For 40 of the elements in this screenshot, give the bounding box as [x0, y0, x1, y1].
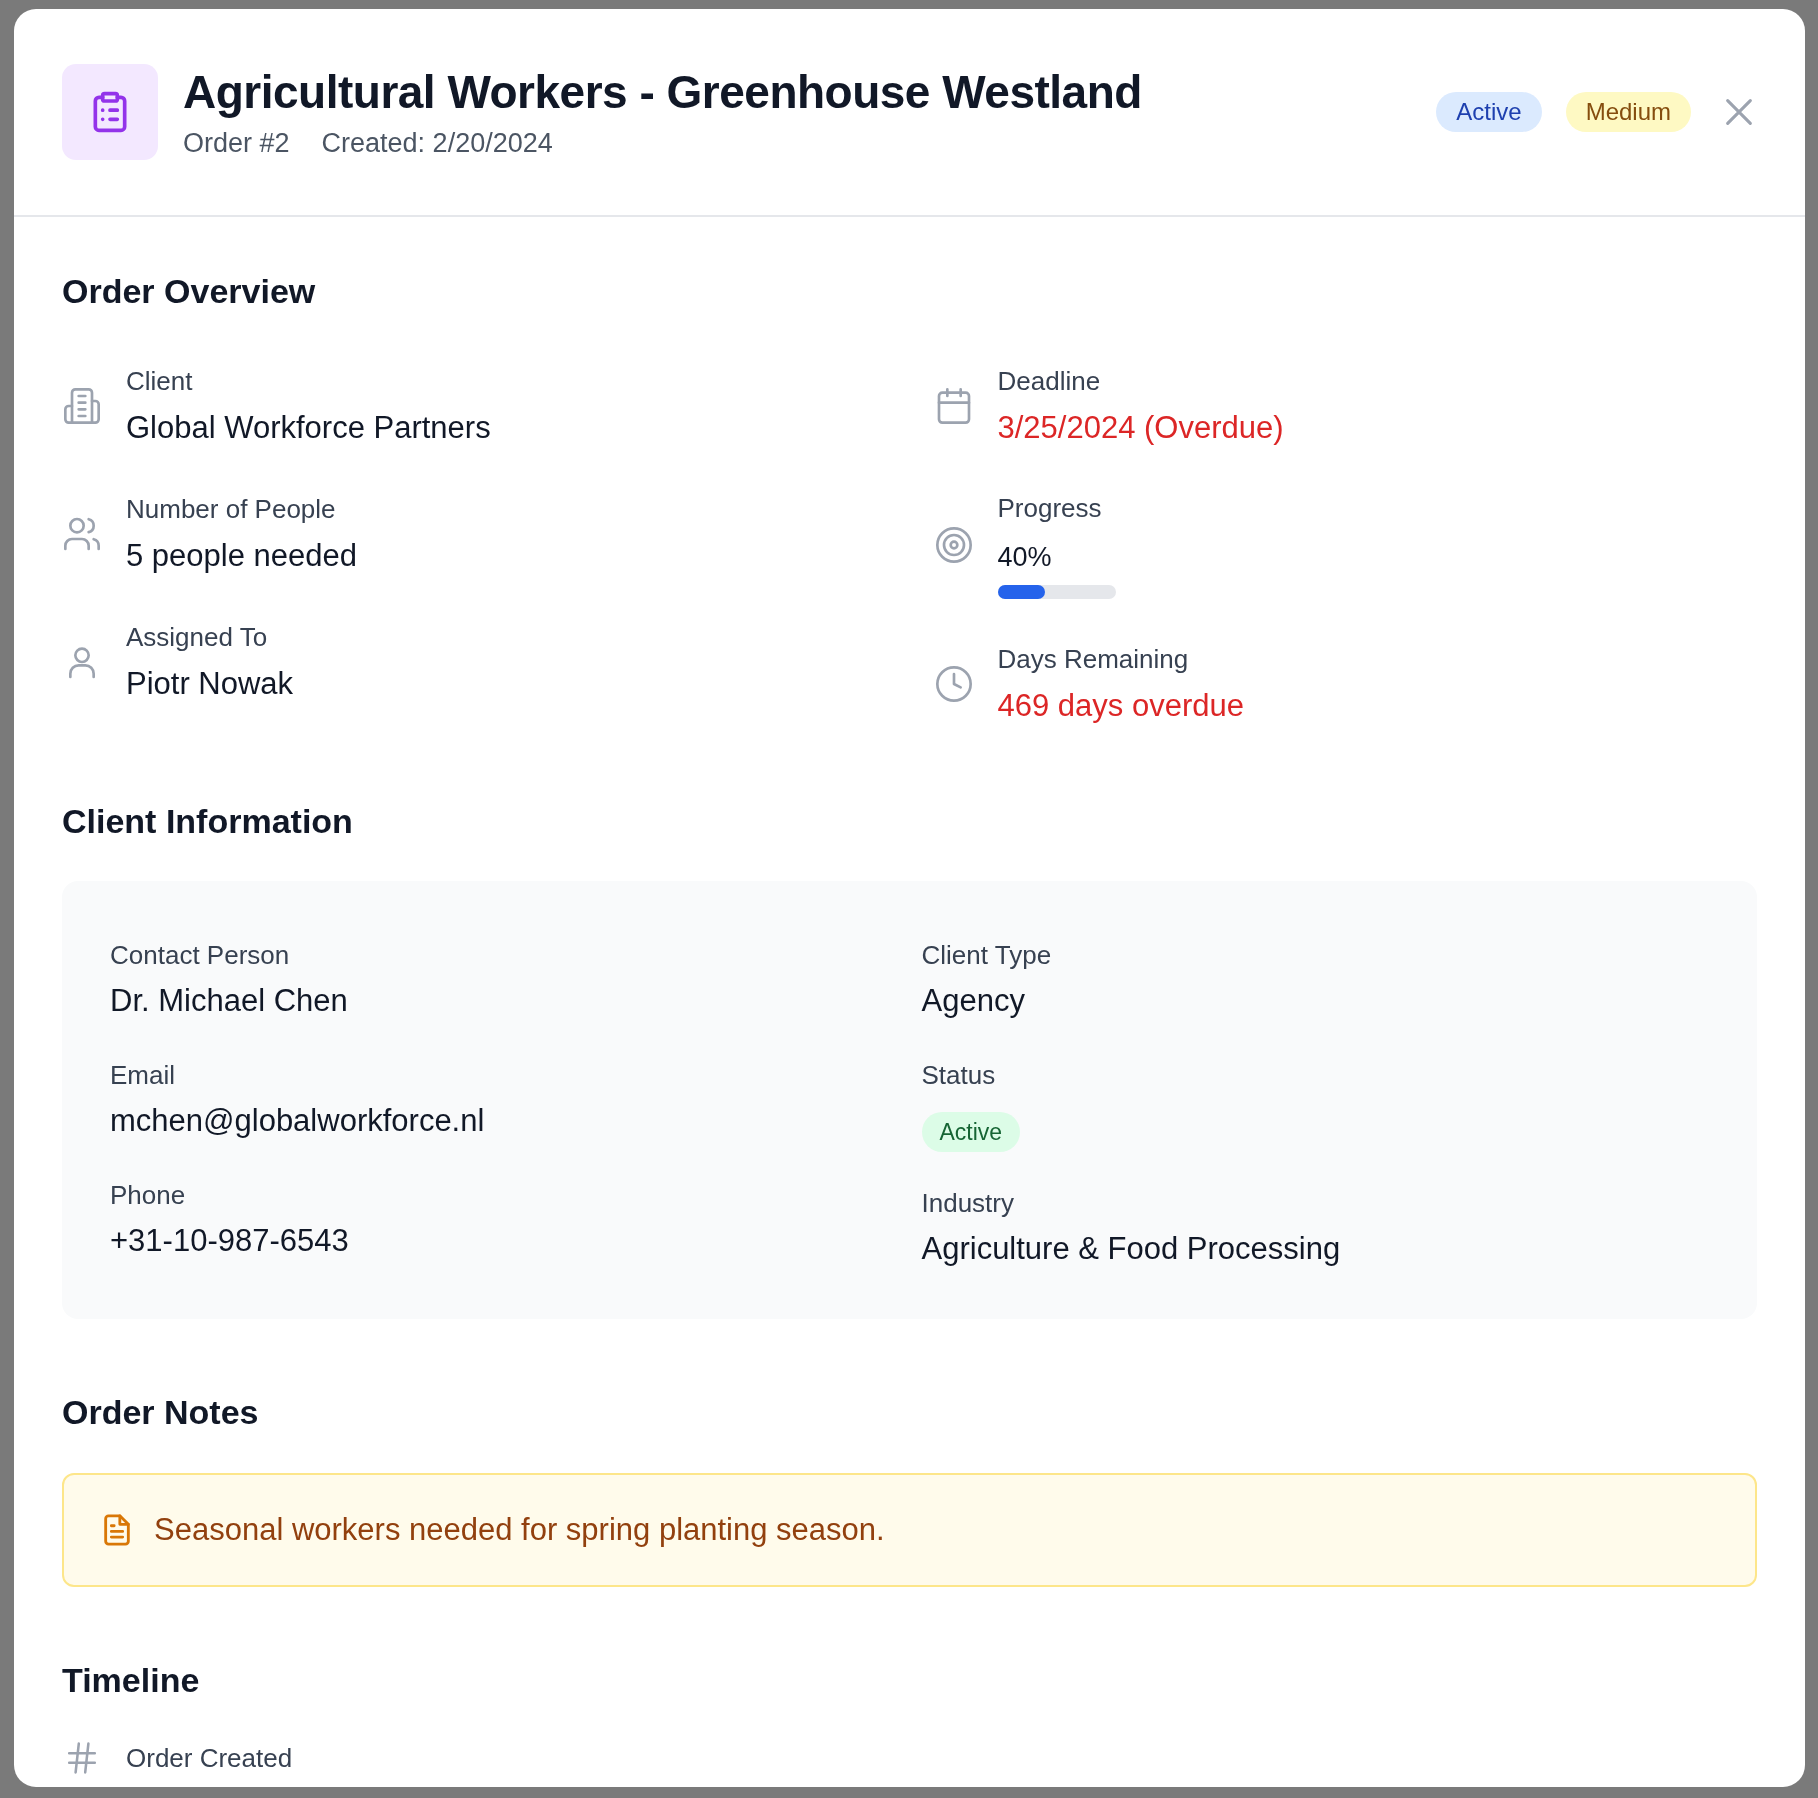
field-value: 469 days overdue	[997, 687, 1244, 725]
order-number: Order #2	[183, 127, 290, 160]
field-label: Progress	[997, 492, 1103, 525]
field-label: Client	[126, 365, 194, 398]
section-heading: Order Notes	[62, 1392, 260, 1433]
field-value: Agriculture & Food Processing	[921, 1230, 1342, 1268]
clock-icon	[933, 663, 974, 704]
field-value: Agency	[921, 982, 1026, 1020]
progress-value: 40%	[997, 541, 1053, 574]
timeline-event: Order Created	[126, 1742, 293, 1775]
field-value: Dr. Michael Chen	[110, 982, 349, 1020]
priority-badge: Medium	[1565, 92, 1691, 132]
field-value: 5 people needed	[126, 537, 357, 575]
field-label: Assigned To	[126, 621, 269, 654]
created-date: Created: 2/20/2024	[321, 127, 553, 160]
field-value: 3/25/2024 (Overdue)	[997, 409, 1284, 447]
field-value: mchen@globalworkforce.nl	[110, 1102, 486, 1140]
clipboard-icon	[62, 64, 158, 160]
field-label: Number of People	[126, 493, 337, 526]
status-badge: Active	[1436, 92, 1542, 132]
building-icon	[62, 385, 102, 426]
hash-icon	[66, 1742, 98, 1774]
target-icon	[933, 524, 974, 565]
field-label: Contact Person	[110, 939, 291, 972]
field-label: Deadline	[997, 365, 1102, 398]
section-heading: Client Information	[62, 801, 354, 842]
field-label: Email	[110, 1059, 176, 1092]
field-value: +31-10-987-6543	[110, 1222, 350, 1260]
status-badge: Active	[921, 1112, 1021, 1152]
field-value: Global Workforce Partners	[126, 409, 491, 447]
note-text: Seasonal workers needed for spring planting season.	[154, 1510, 885, 1549]
section-heading: Timeline	[62, 1660, 201, 1701]
field-label: Days Remaining	[997, 643, 1190, 676]
section-heading: Order Overview	[62, 271, 317, 312]
field-value: Piotr Nowak	[126, 665, 294, 703]
dialog-title: Agricultural Workers - Greenhouse Westland	[183, 65, 1142, 120]
field-label: Status	[921, 1059, 997, 1092]
field-label: Industry	[921, 1187, 1015, 1220]
field-label: Client Type	[921, 939, 1053, 972]
field-label: Phone	[110, 1179, 187, 1212]
